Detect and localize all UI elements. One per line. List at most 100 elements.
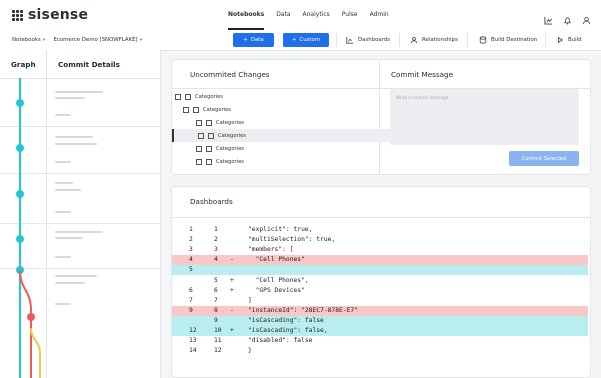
diff-code: "isCascading": false, [248, 327, 328, 334]
top-icons [544, 10, 591, 25]
diff-line: 13 11 "disabled": false [172, 336, 588, 346]
old-line-number: 7 [189, 296, 193, 304]
tree-item[interactable]: Categories [172, 142, 403, 155]
diff-code: "GPS Devices" [248, 286, 305, 294]
relationships-label: Relationships [422, 37, 458, 43]
commit-details-header: Commit Details [58, 60, 120, 69]
main-nav: Notebooks Data Analytics Pulse Admin [228, 0, 389, 30]
new-line-number: 1 [214, 226, 218, 233]
diff-line: 5 [172, 265, 588, 276]
diff-code: "disabled": false [248, 337, 313, 345]
plus-icon: + [291, 37, 297, 43]
old-line-number: 9 [189, 306, 193, 314]
build-button[interactable]: Build [556, 33, 582, 47]
add-data-label: Data [250, 37, 264, 43]
commit-meta-line [55, 303, 71, 305]
dashboards-button[interactable]: Dashboards [346, 33, 390, 47]
commit-message-title: Commit Message [391, 70, 454, 79]
commit-selected-button[interactable]: Commit Selected [509, 151, 579, 166]
commit-message-line [55, 91, 103, 93]
diff-line: 14 12} [172, 346, 588, 356]
breadcrumb-project[interactable]: Ecomerce Demo [SNOWFLAKE] » [53, 37, 142, 43]
select-checkbox[interactable] [193, 106, 199, 113]
commit-meta-line [55, 211, 71, 213]
commit-history-header: Graph Commit Details [0, 50, 160, 79]
new-line-number: 12 [214, 347, 222, 355]
divider [399, 33, 400, 47]
nav-notebooks[interactable]: Notebooks [228, 0, 265, 30]
graph-header: Graph [11, 60, 36, 69]
old-line-number: 5 [189, 266, 193, 274]
uncommitted-title: Uncommited Changes [190, 70, 270, 79]
branch-line-yellow [30, 327, 41, 378]
logo[interactable]: sisense [12, 7, 88, 23]
nav-admin[interactable]: Admin [370, 0, 389, 30]
bell-icon[interactable] [563, 10, 572, 25]
expand-checkbox[interactable] [198, 132, 204, 139]
relationships-button[interactable]: Relationships [410, 33, 458, 47]
add-custom-button[interactable]: + Custom [283, 33, 329, 47]
diff-line: 2 2 "multiSelection": true, [172, 235, 588, 245]
diff-line: 1 1 "explicit": true, [172, 225, 588, 235]
commit-node [16, 99, 24, 107]
diff-line: 6 6 + "GPS Devices" [172, 286, 588, 296]
dashboards-title: Dashboards [190, 197, 233, 206]
top-bar: sisense Notebooks Data Analytics Pulse A… [0, 0, 601, 31]
tree-item[interactable]: Categories [172, 116, 403, 129]
tree-item-label: Categories [218, 132, 246, 139]
tree-item[interactable]: Categories [172, 103, 390, 116]
expand-checkbox[interactable] [183, 106, 189, 113]
commit-node [16, 144, 24, 152]
diff-code: "Cell Phones" [248, 256, 305, 264]
commit-message-input[interactable]: Write a commit message... [390, 89, 579, 145]
commit-node [16, 235, 24, 243]
branch-line-red [19, 269, 32, 378]
plus-icon: + [243, 37, 248, 43]
commit-node [16, 190, 24, 198]
select-checkbox[interactable] [208, 132, 214, 139]
commit-message-line [55, 136, 93, 138]
diff-line: 5 + "Cell Phones", [172, 276, 588, 286]
commit-meta-line [55, 161, 71, 163]
new-line-number: 5 [214, 276, 218, 284]
chart-icon[interactable] [544, 10, 553, 25]
diff-sign: - [230, 256, 234, 264]
old-line-number: 6 [189, 286, 193, 294]
tree-item[interactable]: Categories [172, 90, 382, 103]
diff-line: 4 4 - "Cell Phones" [172, 255, 588, 266]
select-checkbox[interactable] [206, 158, 212, 165]
tree-item-label: Categories [195, 93, 223, 100]
commit-meta-line [55, 143, 97, 145]
expand-checkbox[interactable] [196, 145, 202, 152]
diff-sign: + [230, 327, 234, 334]
logo-icon [12, 9, 23, 21]
breadcrumb-notebooks[interactable]: Notebooks » [12, 37, 46, 43]
nav-pulse[interactable]: Pulse [342, 0, 358, 30]
select-checkbox[interactable] [185, 93, 191, 100]
logo-text: sisense [28, 7, 89, 23]
user-icon[interactable] [582, 10, 591, 25]
add-custom-label: Custom [299, 37, 321, 43]
diff-line: 12 10 + "isCascading": false, [172, 326, 588, 336]
tree-item-selected[interactable]: Categories [172, 129, 403, 142]
database-icon [479, 36, 487, 44]
expand-checkbox[interactable] [175, 93, 181, 100]
diff-code: "isCascading": false [248, 316, 324, 324]
expand-checkbox[interactable] [196, 119, 202, 126]
build-destination-button[interactable]: Build Destination [479, 33, 537, 47]
new-line-number: 4 [214, 256, 218, 264]
diff-sign: + [230, 276, 234, 284]
old-line-number: 2 [189, 236, 193, 244]
tree-item[interactable]: Categories [172, 155, 403, 168]
old-line-number: 4 [189, 256, 193, 264]
commit-message-placeholder: Write a commit message... [396, 95, 453, 100]
expand-checkbox[interactable] [196, 158, 202, 165]
select-checkbox[interactable] [206, 119, 212, 126]
breadcrumb: Notebooks » Ecomerce Demo [SNOWFLAKE] » [12, 30, 149, 50]
nav-data[interactable]: Data [276, 0, 290, 30]
commit-meta-line [55, 256, 71, 258]
nav-analytics[interactable]: Analytics [303, 0, 330, 30]
add-data-button[interactable]: + Data [233, 33, 274, 47]
select-checkbox[interactable] [206, 145, 212, 152]
new-line-number: 7 [214, 296, 218, 304]
